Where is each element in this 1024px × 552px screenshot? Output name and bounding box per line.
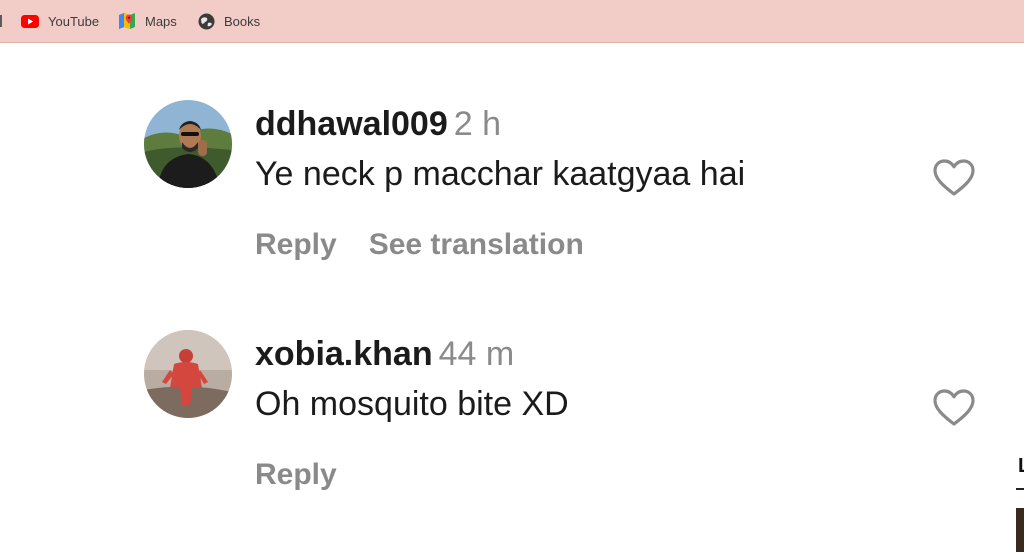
books-icon <box>197 12 215 30</box>
reply-button[interactable]: Reply <box>255 458 337 491</box>
cropped-edge-divider <box>1016 488 1024 490</box>
comment-username[interactable]: ddhawal009 <box>255 105 448 143</box>
youtube-icon <box>21 12 39 30</box>
comment-username[interactable]: xobia.khan <box>255 335 433 373</box>
bookmark-youtube[interactable]: YouTube <box>21 12 99 30</box>
avatar[interactable] <box>144 100 232 188</box>
bookmark-label: Books <box>224 13 261 29</box>
comment-actions: Reply See translation <box>255 228 584 262</box>
comment-text: Oh mosquito bite XD <box>255 385 569 423</box>
see-translation-button[interactable]: See translation <box>369 228 584 261</box>
comment-header: xobia.khan 44 m <box>255 334 514 374</box>
bookmark-books[interactable]: Books <box>197 12 260 30</box>
comment-text: Ye neck p macchar kaatgyaa hai <box>255 155 746 193</box>
bookmark-label: YouTube <box>48 13 100 29</box>
comment-item: xobia.khan 44 m Oh mosquito bite XD Reply <box>144 330 1004 510</box>
avatar[interactable] <box>144 330 232 418</box>
comment-actions: Reply <box>255 458 337 492</box>
bookmark-maps[interactable]: Maps <box>118 12 177 30</box>
comment-timestamp: 44 m <box>438 335 515 373</box>
cropped-edge-image <box>1016 508 1024 552</box>
reply-button[interactable]: Reply <box>255 228 337 261</box>
cropped-edge-letter: L <box>1018 455 1024 478</box>
comment-timestamp: 2 h <box>453 105 502 143</box>
bookmark-label: Maps <box>145 13 177 29</box>
comment-header: ddhawal009 2 h <box>255 104 501 144</box>
maps-icon <box>118 12 136 30</box>
comment-item: ddhawal009 2 h Ye neck p macchar kaatgyaa… <box>144 100 1004 280</box>
bookmarks-bar: YouTube Maps Books <box>0 0 1024 43</box>
like-heart-icon[interactable] <box>932 158 976 198</box>
truncated-bookmark-edge <box>0 15 2 27</box>
like-heart-icon[interactable] <box>932 388 976 428</box>
